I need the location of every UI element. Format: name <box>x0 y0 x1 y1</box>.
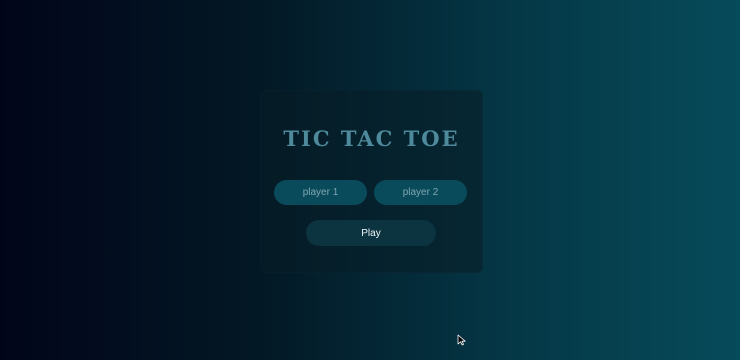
mouse-pointer-icon <box>457 334 466 346</box>
game-title: TIC TAC TOE <box>283 126 460 151</box>
game-setup-card: TIC TAC TOE Play <box>260 90 483 273</box>
player-2-name-input[interactable] <box>374 180 467 205</box>
play-button[interactable]: Play <box>306 220 436 246</box>
player-1-name-input[interactable] <box>274 180 367 205</box>
